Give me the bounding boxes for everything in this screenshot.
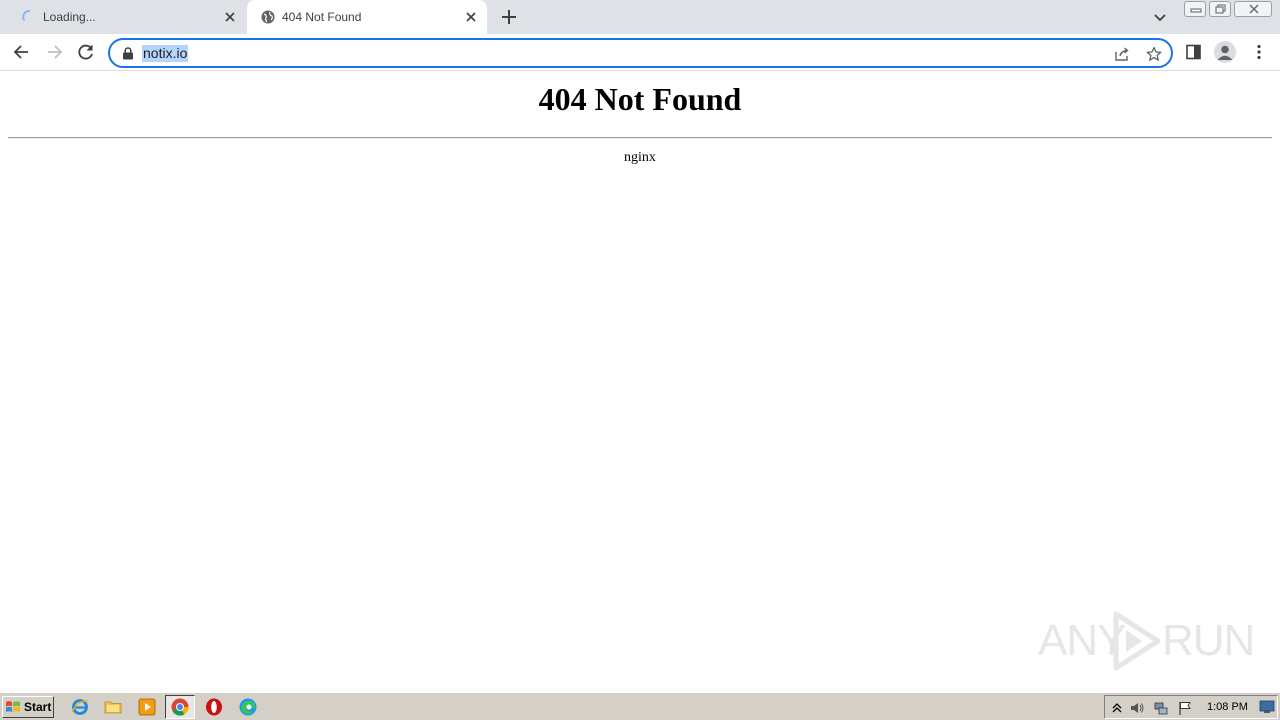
url-text[interactable]: notix.io bbox=[142, 45, 189, 62]
bookmark-star-icon[interactable] bbox=[1146, 46, 1162, 62]
tab-strip: Loading... 404 Not Found bbox=[0, 0, 1280, 34]
browser-toolbar: notix.io bbox=[0, 34, 1280, 71]
profile-avatar[interactable] bbox=[1214, 41, 1236, 63]
share-icon[interactable] bbox=[1114, 46, 1130, 62]
lock-icon[interactable] bbox=[122, 47, 134, 60]
start-label: Start bbox=[24, 700, 52, 714]
loading-spinner-icon bbox=[22, 10, 30, 21]
network-icon[interactable] bbox=[1153, 700, 1169, 716]
restore-button[interactable] bbox=[1209, 1, 1231, 17]
anyrun-watermark: ANY RUN bbox=[1036, 608, 1255, 674]
file-explorer-icon[interactable] bbox=[103, 697, 123, 717]
tab-title: Loading... bbox=[43, 10, 96, 24]
side-panel-icon[interactable] bbox=[1185, 43, 1203, 61]
address-bar[interactable]: notix.io bbox=[108, 38, 1173, 68]
page-content: 404 Not Found nginx bbox=[0, 72, 1280, 692]
reload-icon[interactable] bbox=[76, 42, 96, 62]
minimize-icon bbox=[1190, 8, 1202, 13]
show-hidden-icons-icon[interactable] bbox=[1109, 700, 1125, 716]
kebab-menu-icon[interactable] bbox=[1250, 43, 1268, 61]
page-title: 404 Not Found bbox=[538, 81, 742, 117]
play-logo-icon bbox=[1113, 611, 1161, 671]
volume-icon[interactable] bbox=[1129, 700, 1145, 716]
clock[interactable]: 1:08 PM bbox=[1207, 701, 1248, 713]
internet-explorer-icon[interactable] bbox=[70, 697, 90, 717]
close-tab-icon[interactable] bbox=[463, 9, 479, 25]
close-window-button[interactable] bbox=[1234, 1, 1272, 17]
system-tray bbox=[1104, 695, 1278, 719]
watermark-text-right: RUN bbox=[1162, 616, 1255, 665]
minimize-button[interactable] bbox=[1184, 1, 1206, 17]
divider bbox=[8, 137, 1272, 139]
back-arrow-icon[interactable] bbox=[12, 42, 32, 62]
taskbar: Start 1:08 PM bbox=[0, 692, 1280, 720]
media-player-icon[interactable] bbox=[137, 697, 157, 717]
windows-logo-icon bbox=[6, 701, 20, 713]
close-icon bbox=[1249, 4, 1259, 14]
server-name: nginx bbox=[624, 150, 656, 165]
tab-404-not-found[interactable]: 404 Not Found bbox=[247, 0, 487, 34]
action-center-flag-icon[interactable] bbox=[1177, 700, 1193, 716]
new-tab-icon[interactable] bbox=[499, 7, 519, 27]
edge-icon[interactable] bbox=[238, 697, 258, 717]
restore-icon bbox=[1215, 4, 1226, 14]
chevron-down-icon[interactable] bbox=[1152, 9, 1168, 25]
opera-icon[interactable] bbox=[204, 697, 224, 717]
globe-icon bbox=[261, 10, 275, 24]
show-desktop-icon[interactable] bbox=[1259, 700, 1275, 714]
tab-title: 404 Not Found bbox=[282, 10, 362, 24]
chrome-icon bbox=[171, 698, 189, 716]
close-tab-icon[interactable] bbox=[222, 9, 238, 25]
person-icon bbox=[1217, 45, 1233, 60]
forward-arrow-icon[interactable] bbox=[44, 42, 64, 62]
tab-loading[interactable]: Loading... bbox=[8, 0, 246, 34]
start-button[interactable]: Start bbox=[2, 696, 54, 718]
chrome-taskbar-button[interactable] bbox=[165, 695, 195, 719]
